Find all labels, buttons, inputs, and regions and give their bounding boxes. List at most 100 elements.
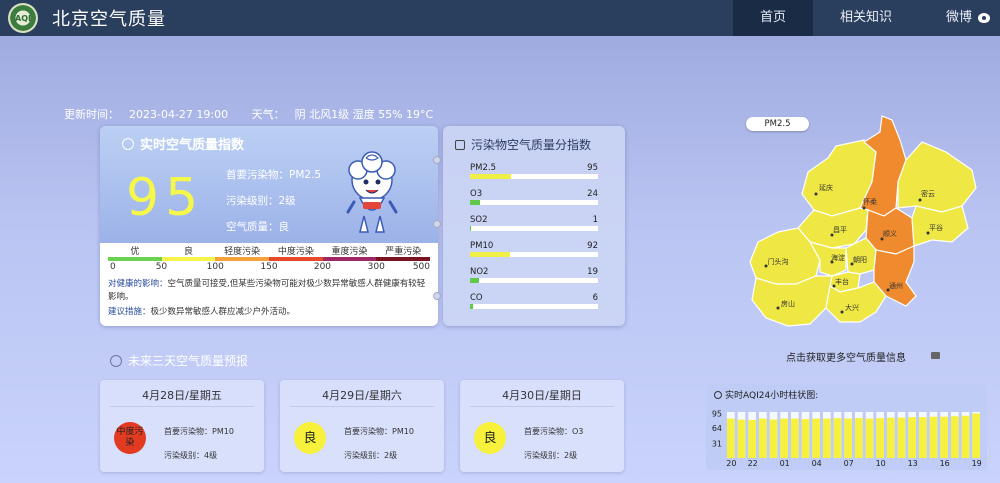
forecast-badge: 中度污染 xyxy=(114,422,146,454)
suggested-measures: 建议措施：极少数异常敏感人群应减少户外活动。 xyxy=(108,306,432,319)
hourly-bar[interactable] xyxy=(791,418,799,458)
nav-weibo-label: 微博 xyxy=(945,10,972,25)
forecast-primary: 首要污染物：PM10 xyxy=(344,420,414,444)
scale-label: 重度污染 xyxy=(331,247,368,257)
x-tick-label: 10 xyxy=(876,459,886,468)
scale-number: 500 xyxy=(412,262,430,272)
forecast-primary-value: O3 xyxy=(572,427,584,436)
pollutant-title: 污染物空气质量分指数 xyxy=(455,136,591,153)
district-label: 昌平 xyxy=(833,226,847,234)
list-icon xyxy=(455,140,465,150)
cloud-mascot-icon xyxy=(346,151,398,233)
hourly-bar[interactable] xyxy=(876,418,884,458)
district-label: 大兴 xyxy=(845,303,859,312)
x-tick-label: 07 xyxy=(844,459,854,468)
pollutant-bar xyxy=(470,304,598,309)
hourly-bar[interactable] xyxy=(759,418,767,458)
hourly-bar[interactable] xyxy=(769,419,778,458)
weibo-icon xyxy=(978,12,990,23)
x-tick-label: 19 xyxy=(972,459,982,468)
district-label: 海淀 xyxy=(831,253,845,262)
scale-segment xyxy=(376,257,431,261)
scale-label: 严重污染 xyxy=(385,247,422,257)
pollutant-bar-fill xyxy=(470,252,510,257)
ring-hook-icon xyxy=(433,156,441,164)
more-info-link[interactable]: 点击获取更多空气质量信息 xyxy=(786,349,906,364)
forecast-level-value: 2级 xyxy=(384,451,398,460)
hourly-bar[interactable] xyxy=(780,418,788,458)
pollutant-index-card: 污染物空气质量分指数 PM2.5 95 O3 24 SO2 1 PM10 92 NO2 1… xyxy=(443,126,625,326)
ring-hook-icon xyxy=(433,292,441,300)
update-time: 更新时间： 2023-04-27 19:00 xyxy=(64,108,238,121)
district-label: 通州 xyxy=(889,281,903,290)
primary-pollutant-label: 首要污染物： xyxy=(226,169,289,181)
refresh-icon xyxy=(122,138,134,150)
hourly-bar[interactable] xyxy=(855,418,863,458)
hourly-bar[interactable] xyxy=(972,413,980,458)
pollutant-bar xyxy=(470,174,598,179)
hourly-bar[interactable] xyxy=(865,418,874,458)
logo-text: AQI xyxy=(15,13,31,23)
hourly-bar[interactable] xyxy=(748,419,756,458)
hourly-bar[interactable] xyxy=(919,417,927,458)
forecast-date: 4月28日/星期五 xyxy=(142,389,222,402)
hourly-bar[interactable] xyxy=(801,419,810,458)
divider xyxy=(290,406,434,407)
pollutant-name: CO xyxy=(470,293,483,303)
forecast-primary-label: 首要污染物： xyxy=(164,427,212,436)
realtime-aqi-card: 实时空气质量指数 95 首要污染物：PM2.5 污染级别：2级 空气质量：良 优… xyxy=(100,126,438,326)
hourly-aqi-card: 实时AQI24小时柱状图: 31 64 95 20 22 01 04 07 10 13 16 19 xyxy=(706,384,987,470)
forecast-level: 污染级别：4级 xyxy=(164,444,234,468)
y-tick-label: 95 xyxy=(712,409,722,418)
district-label: 怀柔 xyxy=(863,197,877,206)
air-quality: 空气质量：良 xyxy=(226,214,321,240)
hourly-bar[interactable] xyxy=(727,418,735,458)
district-label: 朝阳 xyxy=(853,255,867,264)
pm25-map-tag[interactable]: PM2.5 xyxy=(746,117,809,131)
pollutant-row: O3 24 xyxy=(470,189,598,205)
pollutant-title-text: 污染物空气质量分指数 xyxy=(471,138,592,152)
hourly-bar[interactable] xyxy=(908,417,916,458)
pollutant-value: 95 xyxy=(587,163,598,173)
realtime-header: 实时空气质量指数 95 首要污染物：PM2.5 污染级别：2级 空气质量：良 xyxy=(100,126,438,243)
hourly-bar[interactable] xyxy=(823,418,831,458)
hourly-bar[interactable] xyxy=(929,416,938,458)
forecast-badge: 良 xyxy=(474,422,506,454)
x-tick-label: 04 xyxy=(812,459,822,468)
hourly-bar[interactable] xyxy=(940,416,948,458)
hourly-bar[interactable] xyxy=(951,416,959,458)
scale-number: 300 xyxy=(367,262,385,272)
hourly-bar[interactable] xyxy=(887,417,895,458)
suggested-measures-label: 建议措施： xyxy=(108,307,151,317)
site-logo[interactable]: AQI xyxy=(8,3,38,33)
cursor-icon xyxy=(931,352,940,359)
forecast-card: 4月29日/星期六 良 首要污染物：PM10 污染级别：2级 xyxy=(280,380,444,472)
forecast-title: 未来三天空气质量预报 xyxy=(110,352,248,369)
hourly-bar[interactable] xyxy=(812,418,820,458)
forecast-primary: 首要污染物：O3 xyxy=(524,420,583,444)
hourly-bar[interactable] xyxy=(737,419,746,458)
nav-weibo[interactable]: 微博 xyxy=(919,0,1000,36)
update-time-value: 2023-04-27 19:00 xyxy=(129,108,229,121)
hourly-bar[interactable] xyxy=(833,418,842,458)
scale-label: 良 xyxy=(184,247,194,257)
hourly-bar[interactable] xyxy=(961,415,970,458)
forecast-level: 污染级别：2级 xyxy=(524,444,583,468)
pollutant-row: SO2 1 xyxy=(470,215,598,231)
health-advice: 对健康的影响：空气质量可接受,但某些污染物可能对极少数异常敏感人群健康有较轻影响… xyxy=(108,278,432,321)
hourly-bar[interactable] xyxy=(897,417,906,458)
district-region[interactable] xyxy=(897,141,977,213)
suggested-measures-text: 极少数异常敏感人群应减少户外活动。 xyxy=(150,307,296,317)
realtime-info: 首要污染物：PM2.5 污染级别：2级 空气质量：良 xyxy=(226,162,321,240)
pollutant-value: 6 xyxy=(592,293,598,303)
pollutant-bar-fill xyxy=(470,226,472,231)
nav-home[interactable]: 首页 xyxy=(732,0,813,36)
forecast-date: 4月29日/星期六 xyxy=(322,389,402,402)
pollution-level-label: 污染级别： xyxy=(226,195,279,207)
top-bar: AQI 北京空气质量 首页 相关知识 微博 xyxy=(0,0,1000,36)
divider xyxy=(470,406,614,407)
nav-knowledge[interactable]: 相关知识 xyxy=(813,0,919,36)
hourly-bar[interactable] xyxy=(844,418,852,458)
air-quality-label: 空气质量： xyxy=(226,221,279,233)
weather-label: 天气： xyxy=(251,108,285,121)
